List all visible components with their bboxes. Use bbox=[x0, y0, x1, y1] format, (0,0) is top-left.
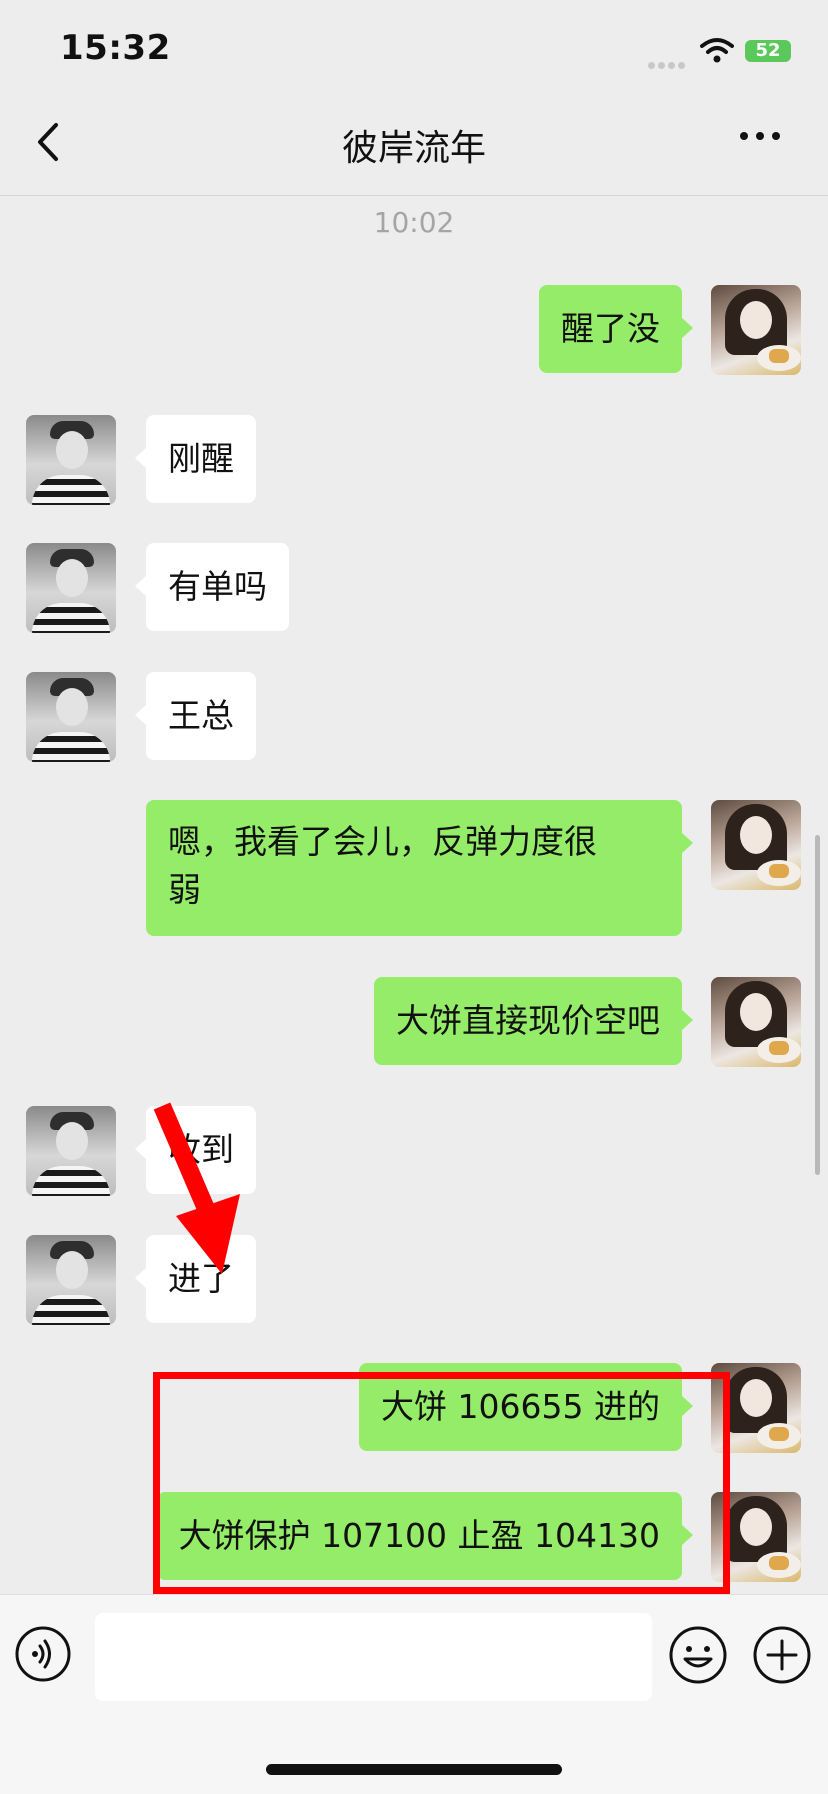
message-input[interactable] bbox=[95, 1613, 652, 1701]
plus-icon[interactable] bbox=[752, 1625, 812, 1685]
red-highlight-box bbox=[153, 1372, 730, 1594]
voice-icon[interactable] bbox=[14, 1625, 72, 1683]
avatar[interactable] bbox=[26, 415, 116, 505]
message-bubble[interactable]: 醒了没 bbox=[539, 285, 693, 373]
message-bubble[interactable]: 王总 bbox=[135, 672, 256, 760]
message-bubble[interactable]: 大饼直接现价空吧 bbox=[374, 977, 693, 1065]
chat-title: 彼岸流年 bbox=[341, 128, 486, 169]
avatar[interactable] bbox=[711, 800, 801, 890]
message-bubble[interactable]: 嗯，我看了会儿，反弹力度很 弱 bbox=[146, 800, 693, 936]
avatar[interactable] bbox=[26, 1106, 116, 1196]
message-bubble[interactable]: 刚醒 bbox=[135, 415, 256, 503]
avatar[interactable] bbox=[26, 543, 116, 633]
battery-icon: 52 bbox=[745, 40, 791, 62]
message-bubble[interactable]: 有单吗 bbox=[135, 543, 289, 631]
wifi-icon bbox=[700, 38, 734, 63]
signal-icon bbox=[648, 54, 688, 69]
input-bar bbox=[0, 1594, 828, 1794]
avatar[interactable] bbox=[711, 285, 801, 375]
status-bar: 15:32 52 bbox=[0, 0, 828, 100]
avatar[interactable] bbox=[26, 1235, 116, 1325]
message-timestamp: 10:02 bbox=[373, 206, 455, 239]
more-icon[interactable] bbox=[740, 125, 790, 155]
avatar[interactable] bbox=[711, 977, 801, 1067]
home-indicator[interactable] bbox=[266, 1764, 562, 1775]
emoji-icon[interactable] bbox=[668, 1625, 728, 1685]
nav-bar: 彼岸流年 bbox=[0, 95, 828, 196]
red-arrow-annotation bbox=[153, 1102, 240, 1274]
status-time: 15:32 bbox=[60, 28, 171, 68]
scrollbar[interactable] bbox=[815, 835, 820, 1175]
avatar[interactable] bbox=[26, 672, 116, 762]
